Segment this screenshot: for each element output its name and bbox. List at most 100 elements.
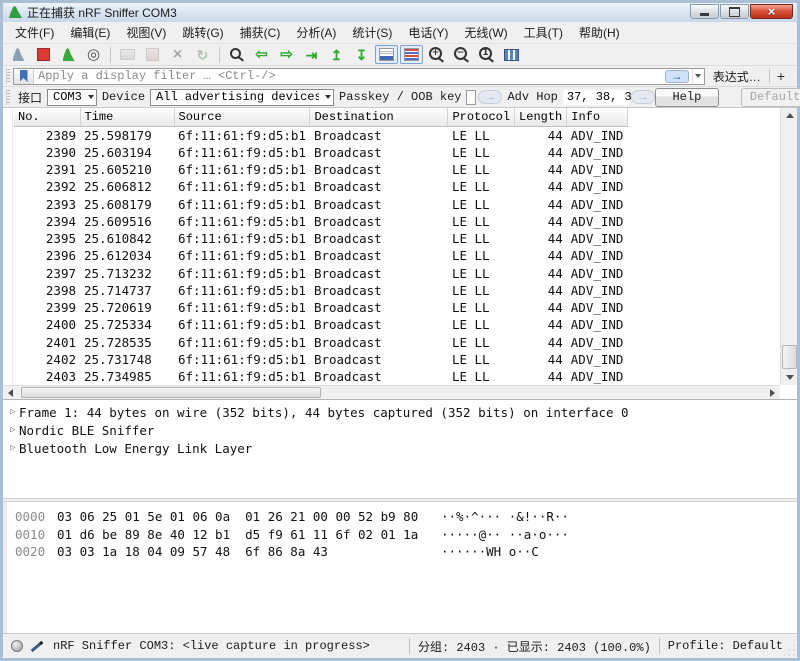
menu-item[interactable]: 分析(A) [288,21,344,44]
menu-item[interactable]: 无线(W) [456,21,515,44]
scroll-left-icon[interactable] [3,386,18,399]
packet-row[interactable]: 2399 25.720619 6f:11:61:f9:d5:b1 Broadca… [14,299,627,316]
packet-row[interactable]: 2393 25.608179 6f:11:61:f9:d5:b1 Broadca… [14,196,627,213]
menu-item[interactable]: 跳转(G) [174,21,231,44]
packet-row[interactable]: 2394 25.609516 6f:11:61:f9:d5:b1 Broadca… [14,213,627,230]
find-packet-icon[interactable] [225,45,248,64]
maximize-button[interactable] [720,4,749,19]
vertical-scrollbar-thumb[interactable] [782,345,797,369]
vertical-scrollbar[interactable] [780,108,797,385]
menu-item[interactable]: 统计(S) [344,21,400,44]
close-file-icon[interactable] [166,45,189,64]
resize-grip[interactable] [784,645,796,657]
expand-triangle-icon[interactable]: ▷ [7,407,19,417]
help-button[interactable]: Help [655,88,719,107]
interface-select[interactable]: COM3 [47,89,97,106]
apply-filter-button[interactable] [665,70,689,83]
auto-scroll-icon[interactable] [375,45,398,64]
zoom-original-icon[interactable] [475,45,498,64]
advhop-apply-icon[interactable] [631,90,655,104]
packet-row[interactable]: 2401 25.728535 6f:11:61:f9:d5:b1 Broadca… [14,334,627,351]
toolbar-separator [219,47,220,63]
horizontal-scrollbar-thumb[interactable] [21,387,321,398]
scroll-up-icon[interactable] [781,108,797,123]
filter-history-dropdown[interactable] [692,69,704,84]
expand-triangle-icon[interactable]: ▷ [7,443,19,453]
colorize-icon[interactable] [400,45,423,64]
go-last-packet-icon[interactable] [350,45,373,64]
hex-row[interactable]: 0010 01 d6 be 89 8e 40 12 b1 d5 f9 61 11… [7,526,797,544]
packet-row[interactable]: 2389 25.598179 6f:11:61:f9:d5:b1 Broadca… [14,126,627,144]
reload-icon[interactable] [191,45,214,64]
column-header[interactable]: Source [174,108,310,126]
packet-row[interactable]: 2400 25.725334 6f:11:61:f9:d5:b1 Broadca… [14,316,627,333]
display-filter-field[interactable]: Apply a display filter … <Ctrl-/> [13,68,705,85]
scroll-down-icon[interactable] [781,370,797,385]
capture-options-icon[interactable] [82,45,105,64]
detail-text: Bluetooth Low Energy Link Layer [19,441,252,456]
menu-item[interactable]: 文件(F) [7,21,62,44]
toolbar-grip[interactable] [6,69,10,84]
packet-row[interactable]: 2398 25.714737 6f:11:61:f9:d5:b1 Broadca… [14,282,627,299]
packet-row[interactable]: 2390 25.603194 6f:11:61:f9:d5:b1 Broadca… [14,144,627,161]
toolbar-grip[interactable] [6,90,10,105]
expand-triangle-icon[interactable]: ▷ [7,425,19,435]
go-back-icon[interactable] [250,45,273,64]
column-header[interactable]: Time [80,108,174,126]
minimize-button[interactable] [690,4,719,19]
interface-label: 接口 [18,89,42,106]
column-header[interactable]: Length [515,108,567,126]
advhop-input[interactable]: 37, 38, 39 [563,90,629,105]
column-header[interactable]: Info [567,108,628,126]
restart-capture-icon[interactable] [57,45,80,64]
menu-item[interactable]: 工具(T) [516,21,571,44]
zoom-in-icon[interactable] [425,45,448,64]
packet-row[interactable]: 2397 25.713232 6f:11:61:f9:d5:b1 Broadca… [14,265,627,282]
detail-tree-row[interactable]: ▷ Frame 1: 44 bytes on wire (352 bits), … [7,403,797,421]
defaults-button[interactable]: Defaults [741,88,800,107]
hex-row[interactable]: 0000 03 06 25 01 5e 01 06 0a 01 26 21 00… [7,508,797,526]
packet-row[interactable]: 2391 25.605210 6f:11:61:f9:d5:b1 Broadca… [14,161,627,178]
expression-button[interactable]: 表达式… [705,68,769,85]
packet-details-pane: ▷ Frame 1: 44 bytes on wire (352 bits), … [3,399,797,498]
packet-row[interactable]: 2392 25.606812 6f:11:61:f9:d5:b1 Broadca… [14,178,627,195]
packet-row[interactable]: 2395 25.610842 6f:11:61:f9:d5:b1 Broadca… [14,230,627,247]
packet-row[interactable]: 2403 25.734985 6f:11:61:f9:d5:b1 Broadca… [14,368,627,385]
horizontal-scrollbar[interactable] [3,385,780,399]
passkey-apply-icon[interactable] [478,90,502,104]
menu-item[interactable]: 捕获(C) [232,21,289,44]
menu-item[interactable]: 编辑(E) [62,21,118,44]
filter-bookmark-icon[interactable] [14,69,34,84]
menu-item[interactable]: 视图(V) [118,21,174,44]
column-header[interactable]: Protocol [448,108,515,126]
detail-tree-row[interactable]: ▷ Bluetooth Low Energy Link Layer [7,439,797,457]
scroll-right-icon[interactable] [765,386,780,399]
close-button[interactable] [750,4,793,19]
menu-item[interactable]: 帮助(H) [571,21,628,44]
hex-dump-pane: 0000 03 06 25 01 5e 01 06 0a 01 26 21 00… [3,502,797,633]
device-select[interactable]: All advertising devices [150,89,334,106]
add-filter-button[interactable]: + [770,68,792,84]
column-header[interactable]: No. [14,108,80,126]
capture-comment-icon[interactable] [29,639,45,653]
stop-capture-icon[interactable] [32,45,55,64]
go-to-packet-icon[interactable] [300,45,323,64]
passkey-input[interactable] [466,90,476,105]
display-filter-input[interactable]: Apply a display filter … <Ctrl-/> [34,69,665,83]
detail-tree-row[interactable]: ▷ Nordic BLE Sniffer [7,421,797,439]
title-bar: 正在捕获 nRF Sniffer COM3 [3,3,797,22]
start-capture-icon[interactable] [7,45,30,64]
save-file-icon[interactable] [141,45,164,64]
go-first-packet-icon[interactable] [325,45,348,64]
expert-info-icon[interactable] [11,640,23,652]
packet-row[interactable]: 2396 25.612034 6f:11:61:f9:d5:b1 Broadca… [14,247,627,264]
menu-item[interactable]: 电话(Y) [400,21,456,44]
hex-row[interactable]: 0020 03 03 1a 18 04 09 57 48 6f 86 8a 43… [7,543,797,561]
packet-row[interactable]: 2402 25.731748 6f:11:61:f9:d5:b1 Broadca… [14,351,627,368]
go-forward-icon[interactable] [275,45,298,64]
profile-selector[interactable]: Profile: Default [668,639,783,653]
zoom-out-icon[interactable] [450,45,473,64]
column-header[interactable]: Destination [310,108,448,126]
open-file-icon[interactable] [116,45,139,64]
resize-columns-icon[interactable] [500,45,523,64]
